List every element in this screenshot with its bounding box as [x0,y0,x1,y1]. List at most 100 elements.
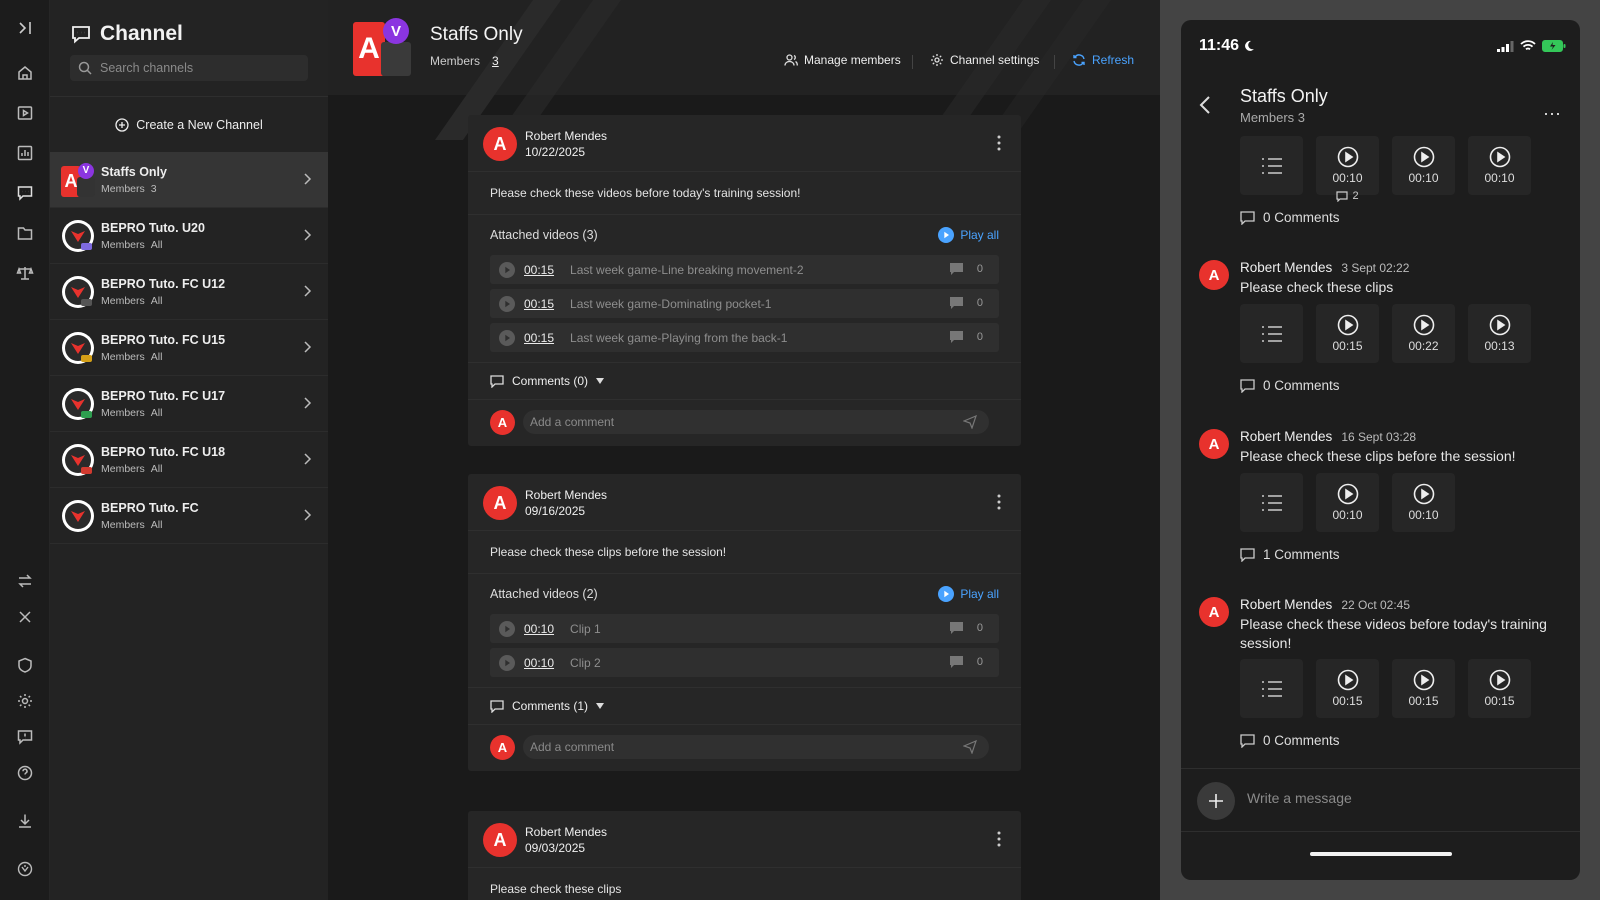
help-icon[interactable] [13,761,37,785]
channel-avatar: A V [61,162,95,197]
moon-icon [1243,40,1255,52]
members-count-link[interactable]: 3 [492,54,499,68]
add-comment-input[interactable] [530,740,950,754]
comments-toggle[interactable]: Comments (1) [468,687,1021,725]
video-comments: 0 [949,622,983,634]
channel-item-u20[interactable]: BEPRO Tuto. U20 Members All [50,208,328,264]
more-options-icon[interactable]: ⋯ [1543,104,1562,125]
channel-item-fc[interactable]: BEPRO Tuto. FC Members All [50,488,328,544]
channel-item-u17[interactable]: BEPRO Tuto. FC U17 Members All [50,376,328,432]
play-icon[interactable] [499,654,515,671]
message-input[interactable] [1247,790,1547,806]
video-thumb[interactable]: 00:10 2 [1316,136,1379,202]
comments-count: 0 Comments [1263,210,1340,225]
video-row[interactable]: 00:10 Clip 2 0 [490,648,999,677]
video-row[interactable]: 00:15 Last week game-Line breaking movem… [490,255,999,284]
post-card: A Robert Mendes 09/16/2025 Please check … [468,474,1021,771]
play-all-button[interactable]: Play all [938,586,999,602]
video-thumb[interactable]: 00:15 [1392,659,1455,718]
more-options-icon[interactable] [997,831,1001,847]
playlist-thumb[interactable] [1240,659,1303,718]
video-thumb[interactable]: 00:10 [1316,473,1379,532]
play-circle-icon [1337,669,1359,691]
channel-icon[interactable] [13,181,37,205]
video-thumb[interactable]: 00:22 [1392,304,1455,363]
video-icon[interactable] [13,101,37,125]
comment-outline-icon [1240,378,1255,393]
channel-item-u18[interactable]: BEPRO Tuto. FC U18 Members All [50,432,328,488]
channel-settings-button[interactable]: Channel settings [930,53,1039,67]
video-thumb[interactable]: 00:15 [1316,659,1379,718]
club-logo-icon[interactable] [13,857,37,881]
video-thumbnails: 00:10 2 00:10 00:10 [1240,136,1531,202]
video-row[interactable]: 00:10 Clip 1 0 [490,614,999,643]
playlist-thumb[interactable] [1240,304,1303,363]
plus-icon [1208,793,1224,809]
video-duration[interactable]: 00:15 [524,331,554,345]
comment-icon [949,297,963,309]
message-author: Robert Mendes [1240,597,1333,612]
download-icon[interactable] [13,809,37,833]
add-attachment-button[interactable] [1197,782,1235,820]
video-thumb[interactable]: 00:10 [1392,136,1455,195]
play-all-button[interactable]: Play all [938,227,999,243]
video-thumbnails: 00:10 00:10 [1240,473,1455,532]
shield-icon[interactable] [13,653,37,677]
create-channel-button[interactable]: Create a New Channel [50,96,328,152]
stats-icon[interactable] [13,141,37,165]
more-options-icon[interactable] [997,135,1001,151]
send-icon[interactable] [963,740,977,754]
refresh-button[interactable]: Refresh [1072,53,1134,67]
video-thumb[interactable]: 00:10 [1392,473,1455,532]
channel-item-staffs-only[interactable]: A V Staffs Only Members 3 [50,152,328,208]
channel-item-u12[interactable]: BEPRO Tuto. FC U12 Members All [50,264,328,320]
video-thumb[interactable]: 00:13 [1468,304,1531,363]
settings-icon[interactable] [13,689,37,713]
expand-sidebar-icon[interactable] [13,16,37,40]
channel-header: A V Staffs Only Members 3 Manage members … [328,0,1160,140]
send-icon[interactable] [963,415,977,429]
message-comments[interactable]: 1 Comments [1240,547,1340,562]
video-row[interactable]: 00:15 Last week game-Dominating pocket-1… [490,289,999,318]
message-comments[interactable]: 0 Comments [1240,210,1340,225]
channel-name: BEPRO Tuto. FC U17 [101,388,226,403]
close-icon[interactable] [13,605,37,629]
playlist-thumb[interactable] [1240,136,1303,195]
video-duration[interactable]: 00:10 [524,656,554,670]
video-thumb[interactable]: 00:15 [1316,304,1379,363]
club-badge-icon [61,387,95,421]
video-duration[interactable]: 00:15 [524,297,554,311]
manage-members-button[interactable]: Manage members [784,53,901,67]
video-thumb[interactable]: 00:10 [1468,136,1531,195]
home-icon[interactable] [13,61,37,85]
play-icon[interactable] [499,329,515,346]
scale-icon[interactable] [13,261,37,285]
play-icon[interactable] [499,261,515,278]
playlist-thumb[interactable] [1240,473,1303,532]
add-comment-input[interactable] [530,415,950,429]
manage-members-label: Manage members [804,53,901,67]
attached-videos-label: Attached videos (3) [490,228,598,242]
video-thumb[interactable]: 00:15 [1468,659,1531,718]
add-comment-field[interactable] [523,735,989,759]
video-row[interactable]: 00:15 Last week game-Playing from the ba… [490,323,999,352]
add-comment-field[interactable] [523,410,989,434]
video-duration[interactable]: 00:15 [524,263,554,277]
comments-toggle[interactable]: Comments (0) [468,362,1021,400]
post-date: 09/16/2025 [525,504,586,518]
back-arrow-icon[interactable] [1199,95,1211,115]
search-input[interactable] [100,61,290,75]
message-comments[interactable]: 0 Comments [1240,378,1340,393]
folder-icon[interactable] [13,221,37,245]
channel-search[interactable] [70,55,308,81]
chevron-right-icon [302,508,312,522]
chevron-right-icon [302,284,312,298]
video-duration[interactable]: 00:10 [524,622,554,636]
message-comments[interactable]: 0 Comments [1240,733,1340,748]
more-options-icon[interactable] [997,494,1001,510]
play-icon[interactable] [499,620,515,637]
channel-item-u15[interactable]: BEPRO Tuto. FC U15 Members All [50,320,328,376]
switch-icon[interactable] [13,569,37,593]
feedback-icon[interactable] [13,725,37,749]
play-icon[interactable] [499,295,515,312]
